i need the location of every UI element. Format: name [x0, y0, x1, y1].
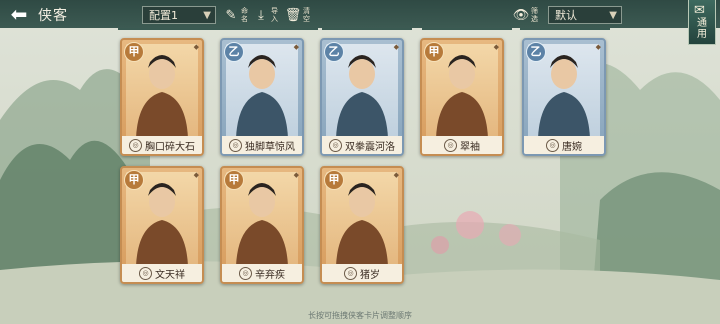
hero-name: 唐婉 — [562, 141, 582, 153]
hero-card[interactable]: 甲 ◆ ◎ 文天祥 — [120, 166, 204, 284]
hero-card[interactable]: 甲 ◆ ◎ 胸口碎大石 — [120, 38, 204, 156]
hero-name-bar: ◎ 唐婉 — [524, 136, 604, 154]
rank-mark: ◆ — [193, 43, 199, 51]
school-icon: ◎ — [444, 138, 457, 152]
config-select[interactable]: 配置1 ▼ — [142, 6, 216, 24]
hero-card[interactable]: 乙 ◆ ◎ 双拳震河洛 — [320, 38, 404, 156]
drag-hint: 长按可拖拽侠客卡片调整顺序 — [308, 311, 412, 320]
school-icon: ◎ — [546, 138, 559, 152]
sort-select-value: 默认 — [555, 9, 577, 22]
hero-name-bar: ◎ 胸口碎大石 — [122, 136, 202, 154]
hero-name-bar: ◎ 文天祥 — [122, 264, 202, 282]
rank-mark: ◆ — [193, 171, 199, 179]
grade-badge: 甲 — [124, 42, 144, 62]
hero-name: 文天祥 — [155, 269, 185, 281]
school-icon: ◎ — [129, 138, 142, 152]
divider — [118, 28, 318, 30]
config-select-value: 配置1 — [149, 9, 178, 22]
clear-label: 清空 — [303, 7, 310, 23]
apply-label: 通用 — [697, 18, 707, 40]
trash-icon: 🗑 — [284, 7, 302, 23]
rank-mark: ◆ — [493, 43, 499, 51]
rank-mark: ◆ — [393, 43, 399, 51]
import-button[interactable]: ⤓ 导入 — [252, 4, 280, 26]
hero-card[interactable]: 甲 ◆ ◎ 辛弃疾 — [220, 166, 304, 284]
filter-button[interactable]: 👁 筛选 — [512, 4, 540, 26]
rank-mark: ◆ — [393, 171, 399, 179]
chevron-down-icon: ▼ — [203, 10, 211, 21]
grade-badge: 甲 — [224, 170, 244, 190]
grade-badge: 乙 — [324, 42, 344, 62]
rename-label: 命名 — [241, 7, 248, 23]
rank-mark: ◆ — [595, 43, 601, 51]
divider — [520, 28, 610, 30]
school-icon: ◎ — [329, 138, 342, 152]
divider — [322, 28, 412, 30]
book-icon: ✉ — [694, 3, 705, 18]
hero-card[interactable]: 甲 ◆ ◎ 猪岁 — [320, 166, 404, 284]
hero-card[interactable]: 乙 ◆ ◎ 唐婉 — [522, 38, 606, 156]
hero-name-bar: ◎ 翠袖 — [422, 136, 502, 154]
back-button[interactable]: ⬅ — [4, 3, 34, 25]
grade-badge: 甲 — [424, 42, 444, 62]
rename-button[interactable]: ✎ 命名 — [222, 4, 250, 26]
hero-name: 双拳震河洛 — [345, 141, 395, 153]
sort-select[interactable]: 默认 ▼ — [548, 6, 622, 24]
clear-button[interactable]: 🗑 清空 — [284, 4, 312, 26]
grade-badge: 甲 — [324, 170, 344, 190]
eye-icon: 👁 — [512, 7, 530, 23]
divider — [422, 28, 512, 30]
chevron-down-icon: ▼ — [609, 10, 617, 21]
page-title: 侠客 — [38, 8, 68, 24]
grade-badge: 甲 — [124, 170, 144, 190]
grade-badge: 乙 — [526, 42, 546, 62]
pencil-icon: ✎ — [225, 7, 237, 23]
school-icon: ◎ — [239, 266, 252, 280]
hero-card[interactable]: 乙 ◆ ◎ 独脚草惊风 — [220, 38, 304, 156]
hero-card[interactable]: 甲 ◆ ◎ 翠袖 — [420, 38, 504, 156]
grade-badge: 乙 — [224, 42, 244, 62]
hero-name-bar: ◎ 独脚草惊风 — [222, 136, 302, 154]
hero-name: 翠袖 — [460, 141, 480, 153]
apply-button[interactable]: ✉ 通用 — [688, 0, 716, 45]
hero-name-bar: ◎ 猪岁 — [322, 264, 402, 282]
hero-name-bar: ◎ 辛弃疾 — [222, 264, 302, 282]
download-icon: ⤓ — [258, 7, 264, 23]
hero-name: 猪岁 — [360, 269, 380, 281]
rank-mark: ◆ — [293, 171, 299, 179]
school-icon: ◎ — [344, 266, 357, 280]
hero-name: 辛弃疾 — [255, 269, 285, 281]
hero-name: 胸口碎大石 — [145, 141, 195, 153]
school-icon: ◎ — [229, 138, 242, 152]
filter-label: 筛选 — [531, 7, 538, 23]
hero-name-bar: ◎ 双拳震河洛 — [322, 136, 402, 154]
school-icon: ◎ — [139, 266, 152, 280]
import-label: 导入 — [271, 7, 278, 23]
hero-name: 独脚草惊风 — [245, 141, 295, 153]
rank-mark: ◆ — [293, 43, 299, 51]
